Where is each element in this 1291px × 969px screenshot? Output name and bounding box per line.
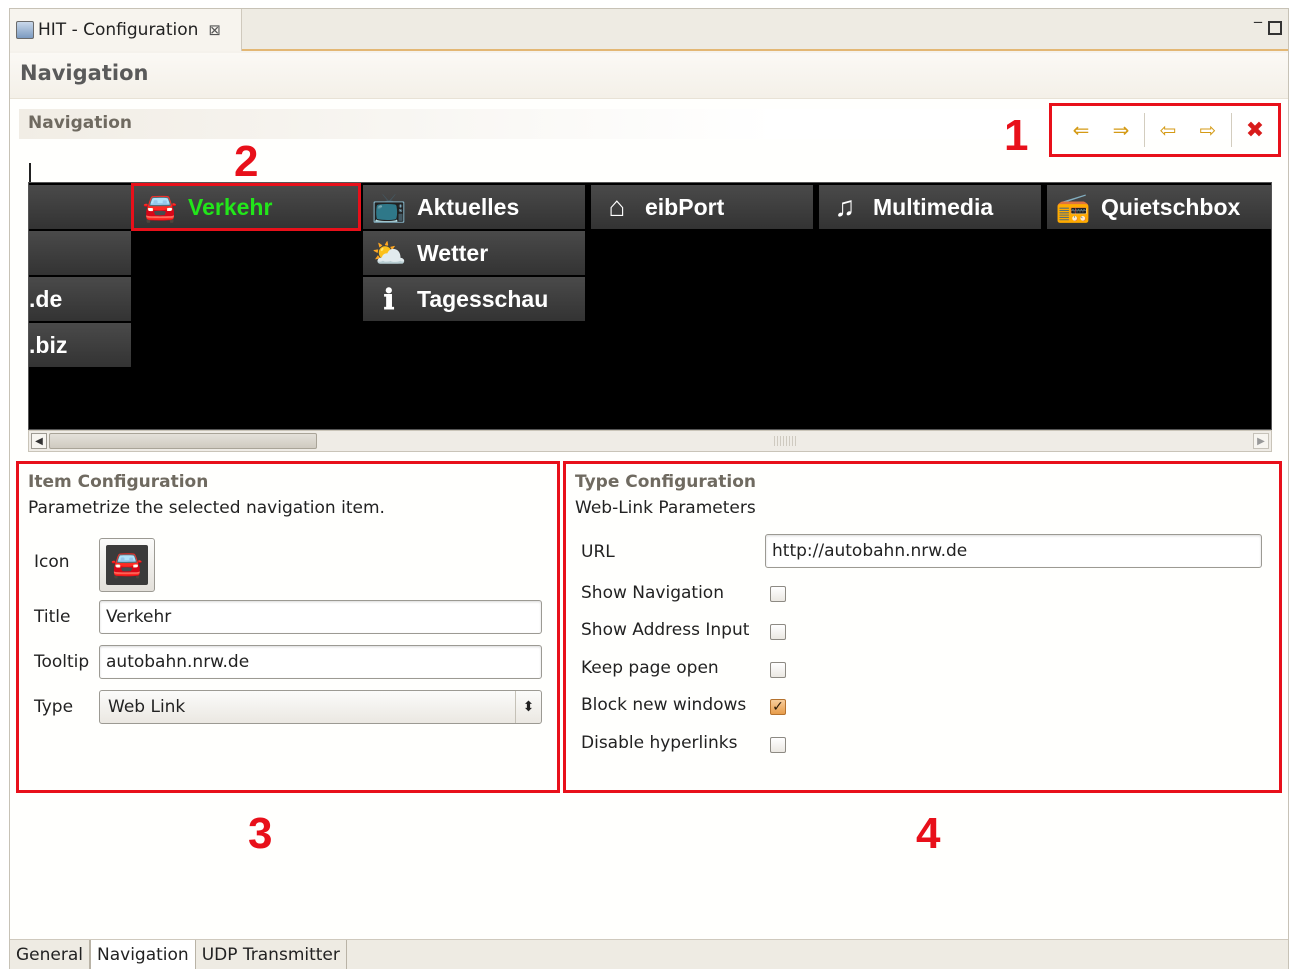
nav-item-label: .de xyxy=(29,285,63,312)
show-address-input-checkbox[interactable] xyxy=(770,624,786,640)
nav-item-partial[interactable] xyxy=(29,231,131,275)
type-configuration-title: Type Configuration xyxy=(575,472,756,492)
nav-item-label: Quietschbox xyxy=(1101,193,1241,220)
item-configuration-description: Parametrize the selected navigation item… xyxy=(28,498,385,518)
car-icon: 🚘 xyxy=(142,191,178,223)
scroll-left-icon[interactable]: ◀ xyxy=(31,433,47,449)
annotation-2: 2 xyxy=(234,137,259,186)
editor-frame: HIT - Configuration ⊠ ‾ Navigation Navig… xyxy=(9,8,1289,969)
icon-picker-button[interactable]: 🚘 xyxy=(99,538,155,592)
keep-page-open-label: Keep page open xyxy=(581,658,719,678)
tab-navigation[interactable]: Navigation xyxy=(90,940,196,969)
nav-item-aktuelles[interactable]: 📺 Aktuelles xyxy=(363,185,585,229)
type-configuration-panel: Type Configuration Web-Link Parameters U… xyxy=(563,461,1282,793)
nav-item-partial-biz[interactable]: .biz xyxy=(29,323,131,367)
nav-item-multimedia[interactable]: ♫ Multimedia xyxy=(819,185,1041,229)
type-label: Type xyxy=(34,697,74,717)
nav-item-label: Wetter xyxy=(417,239,489,266)
nav-item-label: Aktuelles xyxy=(417,193,520,220)
block-new-windows-checkbox[interactable]: ✓ xyxy=(770,699,786,715)
move-right-icon[interactable]: ⇒ xyxy=(1104,115,1138,145)
nav-item-eibport[interactable]: ⌂ eibPort xyxy=(591,185,813,229)
tab-general[interactable]: General xyxy=(10,940,90,969)
annotation-4: 4 xyxy=(916,809,941,858)
keep-page-open-checkbox[interactable] xyxy=(770,662,786,678)
navigation-section-title: Navigation xyxy=(28,113,132,133)
toolbar-separator xyxy=(1231,113,1232,147)
nav-item-label: eibPort xyxy=(645,193,725,220)
disable-hyperlinks-checkbox[interactable] xyxy=(770,737,786,753)
scrollbar-thumb[interactable] xyxy=(49,433,317,449)
show-navigation-label: Show Navigation xyxy=(581,583,724,603)
info-icon: ℹ xyxy=(383,283,395,315)
navigation-toolbar: ⇐ ⇒ ⇦ ⇨ ✖ xyxy=(1049,103,1281,157)
radio-icon: 📻 xyxy=(1055,191,1091,223)
tv-icon: 📺 xyxy=(371,191,407,223)
arrow-right-icon[interactable]: ⇨ xyxy=(1191,115,1225,145)
show-navigation-checkbox[interactable] xyxy=(770,586,786,602)
form-body: Navigation Navigation 1 ⇐ ⇒ ⇦ ⇨ ✖ 2 🚘 Ve… xyxy=(10,53,1288,939)
editor-tab-bar: HIT - Configuration ⊠ ‾ xyxy=(10,9,1288,51)
item-configuration-panel: Item Configuration Parametrize the selec… xyxy=(16,461,560,793)
weather-icon: ⛅ xyxy=(371,237,407,269)
scrollbar-grip xyxy=(774,436,798,446)
url-label: URL xyxy=(581,542,615,562)
disable-hyperlinks-label: Disable hyperlinks xyxy=(581,733,738,753)
tooltip-input[interactable] xyxy=(99,645,542,679)
item-configuration-title: Item Configuration xyxy=(28,472,209,492)
title-input[interactable] xyxy=(99,600,542,634)
arrow-left-icon[interactable]: ⇦ xyxy=(1151,115,1185,145)
nav-item-label: Multimedia xyxy=(873,193,994,220)
editor-tab-title: HIT - Configuration xyxy=(38,20,199,40)
select-arrows-icon: ⬍ xyxy=(515,691,541,723)
nav-item-quietschbox[interactable]: 📻 Quietschbox xyxy=(1047,185,1271,229)
form-page-tabs: General Navigation UDP Transmitter xyxy=(10,939,1288,969)
navigation-preview[interactable]: 🚘 Verkehr 📺 Aktuelles ⌂ eibPort ♫ Multim… xyxy=(28,182,1272,430)
annotation-3: 3 xyxy=(248,809,273,858)
nav-item-label: Verkehr xyxy=(188,193,273,220)
type-select-value: Web Link xyxy=(108,697,186,717)
home-icon: ⌂ xyxy=(608,191,626,222)
form-header: Navigation xyxy=(10,53,1288,99)
annotation-1: 1 xyxy=(1004,111,1029,160)
app-icon xyxy=(16,21,34,39)
scroll-right-icon[interactable]: ▶ xyxy=(1253,433,1269,449)
horizontal-scrollbar[interactable]: ◀ ▶ xyxy=(28,430,1272,452)
type-configuration-description: Web-Link Parameters xyxy=(575,498,756,518)
block-new-windows-label: Block new windows xyxy=(581,695,747,715)
nav-item-wetter[interactable]: ⛅ Wetter xyxy=(363,231,585,275)
delete-icon[interactable]: ✖ xyxy=(1238,115,1272,145)
nav-item-label: Tagesschau xyxy=(417,285,549,312)
tab-udp-transmitter[interactable]: UDP Transmitter xyxy=(196,940,347,969)
move-left-icon[interactable]: ⇐ xyxy=(1064,115,1098,145)
nav-item-partial[interactable] xyxy=(29,185,131,229)
type-select[interactable]: Web Link ⬍ xyxy=(99,690,542,724)
title-label: Title xyxy=(34,607,71,627)
show-address-input-label: Show Address Input xyxy=(581,620,750,640)
editor-tab-hit-configuration[interactable]: HIT - Configuration ⊠ xyxy=(10,9,242,51)
music-icon: ♫ xyxy=(834,191,856,222)
nav-item-partial-de[interactable]: .de xyxy=(29,277,131,321)
maximize-icon[interactable] xyxy=(1268,21,1282,35)
screenshot-root: HIT - Configuration ⊠ ‾ Navigation Navig… xyxy=(0,0,1291,969)
url-input[interactable] xyxy=(765,534,1262,568)
close-tab-icon[interactable]: ⊠ xyxy=(208,21,221,39)
tooltip-label: Tooltip xyxy=(34,652,90,672)
nav-item-tagesschau[interactable]: ℹ Tagesschau xyxy=(363,277,585,321)
nav-item-label: .biz xyxy=(29,331,68,358)
form-title: Navigation xyxy=(20,61,149,85)
minimize-icon[interactable]: ‾ xyxy=(1254,19,1262,38)
nav-item-verkehr[interactable]: 🚘 Verkehr xyxy=(131,183,361,231)
icon-label: Icon xyxy=(34,552,70,572)
car-icon: 🚘 xyxy=(106,545,148,585)
toolbar-separator xyxy=(1144,113,1145,147)
